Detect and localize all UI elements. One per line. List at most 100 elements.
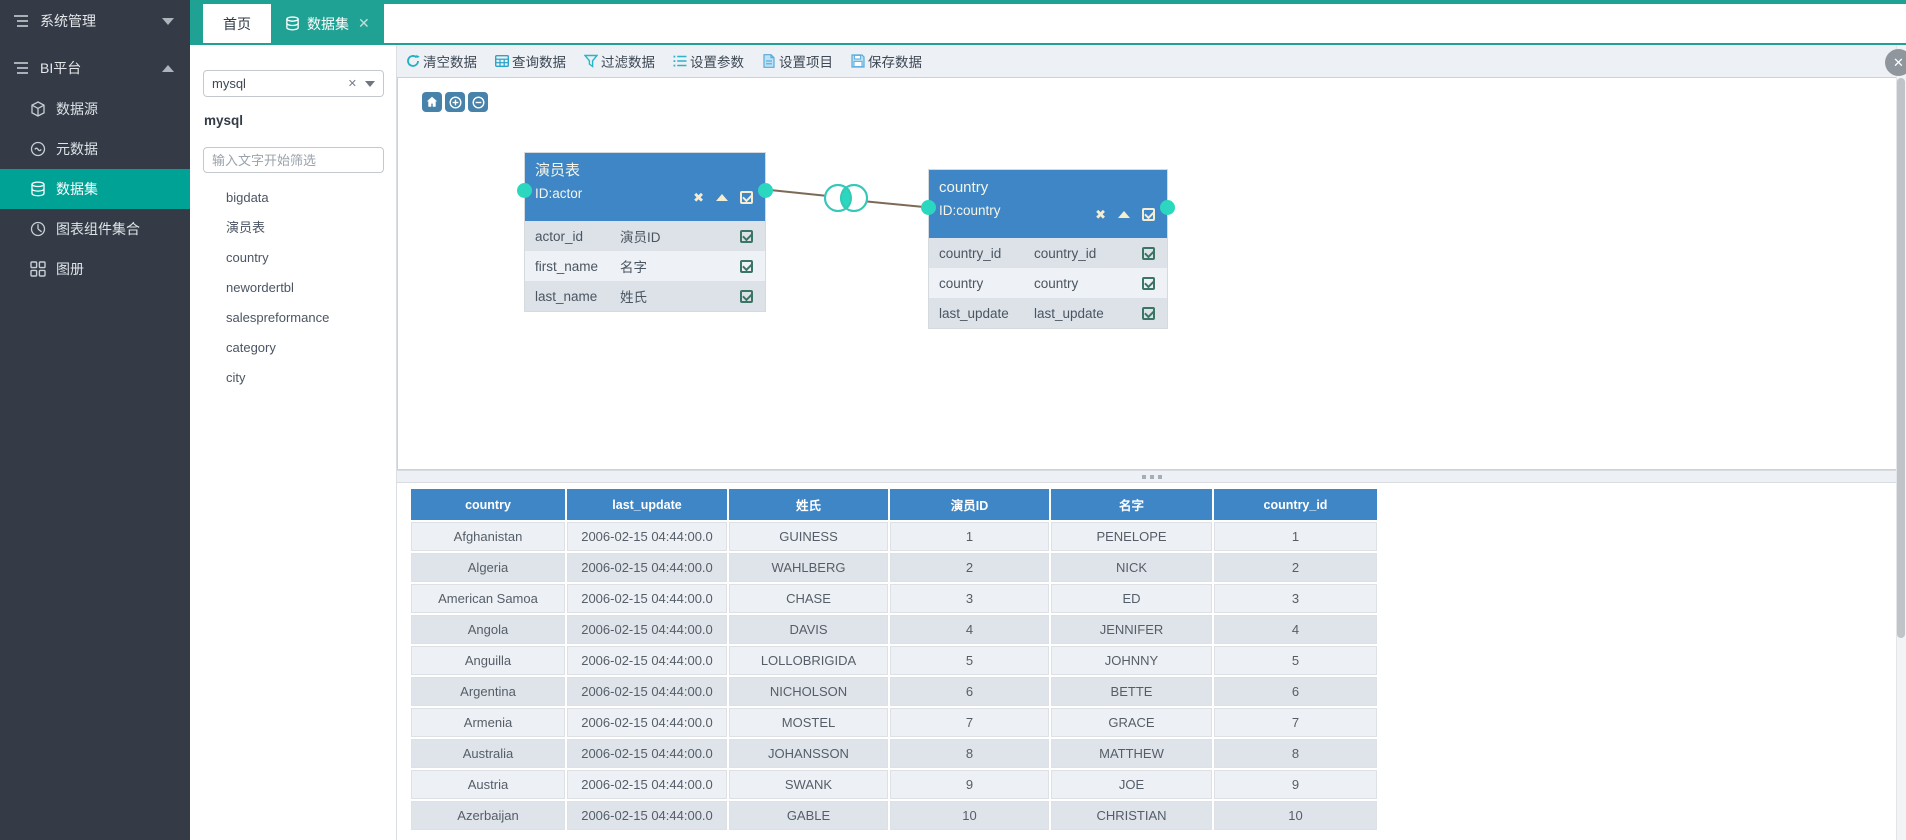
entity-collapse-icon[interactable]	[716, 194, 728, 201]
metadata-icon	[30, 141, 46, 157]
field-name: first_name	[535, 259, 620, 274]
entity-collapse-icon[interactable]	[1118, 211, 1130, 218]
cell: Algeria	[411, 553, 565, 582]
entity-close-icon[interactable]: ✖	[1095, 208, 1106, 221]
result-table-panel: country last_update 姓氏 演员ID 名字 country_i…	[397, 483, 1906, 840]
table-list-item[interactable]: category	[190, 333, 396, 363]
cell: 3	[890, 584, 1049, 613]
refresh-icon	[406, 54, 420, 68]
cell: MATTHEW	[1051, 739, 1212, 768]
field-checkbox[interactable]	[740, 230, 753, 243]
sidebar-group-system[interactable]: 系统管理	[0, 0, 190, 42]
table-row: Afghanistan2006-02-15 04:44:00.0GUINESS1…	[411, 522, 1377, 551]
zoom-out-button[interactable]	[468, 92, 488, 112]
cell: 1	[890, 522, 1049, 551]
entity-select-all-checkbox[interactable]	[740, 191, 753, 204]
cell: 3	[1214, 584, 1377, 613]
entity-close-icon[interactable]: ✖	[693, 191, 704, 204]
entity-card-actor[interactable]: 演员表 ID:actor ✖ actor_id 演员ID first_name …	[524, 152, 766, 312]
table-row: Austria2006-02-15 04:44:00.0SWANK9JOE9	[411, 770, 1377, 799]
table-row: American Samoa2006-02-15 04:44:00.0CHASE…	[411, 584, 1377, 613]
field-name: country_id	[939, 246, 1034, 261]
field-checkbox[interactable]	[1142, 277, 1155, 290]
cell: 6	[890, 677, 1049, 706]
chevron-down-icon[interactable]	[162, 18, 174, 25]
clear-selection-icon[interactable]: ✕	[348, 77, 357, 90]
sidebar-item-label: 图表组件集合	[56, 219, 140, 239]
tab-close-icon[interactable]: ✕	[358, 15, 370, 32]
home-button[interactable]	[422, 92, 442, 112]
table-list-item[interactable]: newordertbl	[190, 273, 396, 303]
cell: 9	[1214, 770, 1377, 799]
cell: NICK	[1051, 553, 1212, 582]
join-designer-canvas[interactable]: 演员表 ID:actor ✖ actor_id 演员ID first_name …	[397, 77, 1900, 470]
cell: 2006-02-15 04:44:00.0	[567, 553, 727, 582]
clear-data-button[interactable]: 清空数据	[406, 51, 477, 71]
main-sidebar: 系统管理 BI平台 数据源 元数据 数据集	[0, 0, 190, 840]
tab-dataset[interactable]: 数据集 ✕	[271, 4, 384, 43]
sidebar-item-label: 数据集	[56, 179, 98, 199]
entity-card-country[interactable]: country ID:country ✖ country_id country_…	[928, 169, 1168, 329]
sidebar-item-metadata[interactable]: 元数据	[0, 129, 190, 169]
cell: JENNIFER	[1051, 615, 1212, 644]
save-data-button[interactable]: 保存数据	[851, 51, 922, 71]
column-header: 演员ID	[890, 489, 1049, 520]
table-list-item[interactable]: salespreformance	[190, 303, 396, 333]
tabbar-accent-block	[190, 4, 203, 43]
toolbar-button-label: 设置项目	[779, 51, 833, 71]
cell: PENELOPE	[1051, 522, 1212, 551]
panel-close-button[interactable]: ✕	[1885, 49, 1906, 76]
filter-data-button[interactable]: 过滤数据	[584, 51, 655, 71]
connector-port-left[interactable]	[517, 183, 532, 198]
chevron-down-icon[interactable]	[365, 81, 375, 87]
panel-splitter-handle[interactable]	[397, 470, 1906, 483]
sidebar-group-bi[interactable]: BI平台	[0, 47, 190, 89]
field-label: country_id	[1034, 246, 1142, 261]
table-list-item[interactable]: bigdata	[190, 183, 396, 213]
table-list-item[interactable]: city	[190, 363, 396, 393]
entity-select-all-checkbox[interactable]	[1142, 208, 1155, 221]
zoom-in-button[interactable]	[445, 92, 465, 112]
sidebar-item-atlas[interactable]: 图册	[0, 249, 190, 289]
tab-label: 数据集	[307, 14, 349, 34]
column-header: 姓氏	[729, 489, 888, 520]
cell: 5	[1214, 646, 1377, 675]
cell: LOLLOBRIGIDA	[729, 646, 888, 675]
home-icon	[426, 96, 438, 108]
entity-header[interactable]: country ID:country ✖	[929, 170, 1167, 238]
toolbar-button-label: 查询数据	[512, 51, 566, 71]
set-params-button[interactable]: 设置参数	[673, 51, 744, 71]
tab-home[interactable]: 首页	[203, 4, 271, 43]
sidebar-item-dataset[interactable]: 数据集	[0, 169, 190, 209]
chevron-up-icon[interactable]	[162, 65, 174, 72]
entity-header[interactable]: 演员表 ID:actor ✖	[525, 153, 765, 221]
connector-port-left[interactable]	[921, 200, 936, 215]
table-filter-input[interactable]	[203, 147, 384, 173]
cell: 2006-02-15 04:44:00.0	[567, 770, 727, 799]
field-checkbox[interactable]	[1142, 247, 1155, 260]
cell: Armenia	[411, 708, 565, 737]
table-row: Argentina2006-02-15 04:44:00.0NICHOLSON6…	[411, 677, 1377, 706]
result-table-header-row: country last_update 姓氏 演员ID 名字 country_i…	[411, 489, 1377, 520]
sidebar-item-datasource[interactable]: 数据源	[0, 89, 190, 129]
connector-port-right[interactable]	[1160, 200, 1175, 215]
cell: American Samoa	[411, 584, 565, 613]
zoom-out-icon	[472, 96, 485, 109]
cell: 2006-02-15 04:44:00.0	[567, 739, 727, 768]
field-checkbox[interactable]	[740, 260, 753, 273]
field-label: last_update	[1034, 306, 1142, 321]
sidebar-item-chart-components[interactable]: 图表组件集合	[0, 209, 190, 249]
datasource-select[interactable]: mysql ✕	[203, 70, 384, 97]
field-checkbox[interactable]	[1142, 307, 1155, 320]
field-label: country	[1034, 276, 1142, 291]
field-checkbox[interactable]	[740, 290, 753, 303]
set-project-button[interactable]: 设置项目	[762, 51, 833, 71]
toolbar-button-label: 保存数据	[868, 51, 922, 71]
cell: 2006-02-15 04:44:00.0	[567, 615, 727, 644]
query-data-button[interactable]: 查询数据	[495, 51, 566, 71]
bi-app-window: 系统管理 BI平台 数据源 元数据 数据集	[0, 0, 1906, 840]
connector-port-right[interactable]	[758, 183, 773, 198]
table-list-item[interactable]: 演员表	[190, 213, 396, 243]
table-list-item[interactable]: country	[190, 243, 396, 273]
scrollbar-thumb[interactable]	[1897, 78, 1905, 638]
